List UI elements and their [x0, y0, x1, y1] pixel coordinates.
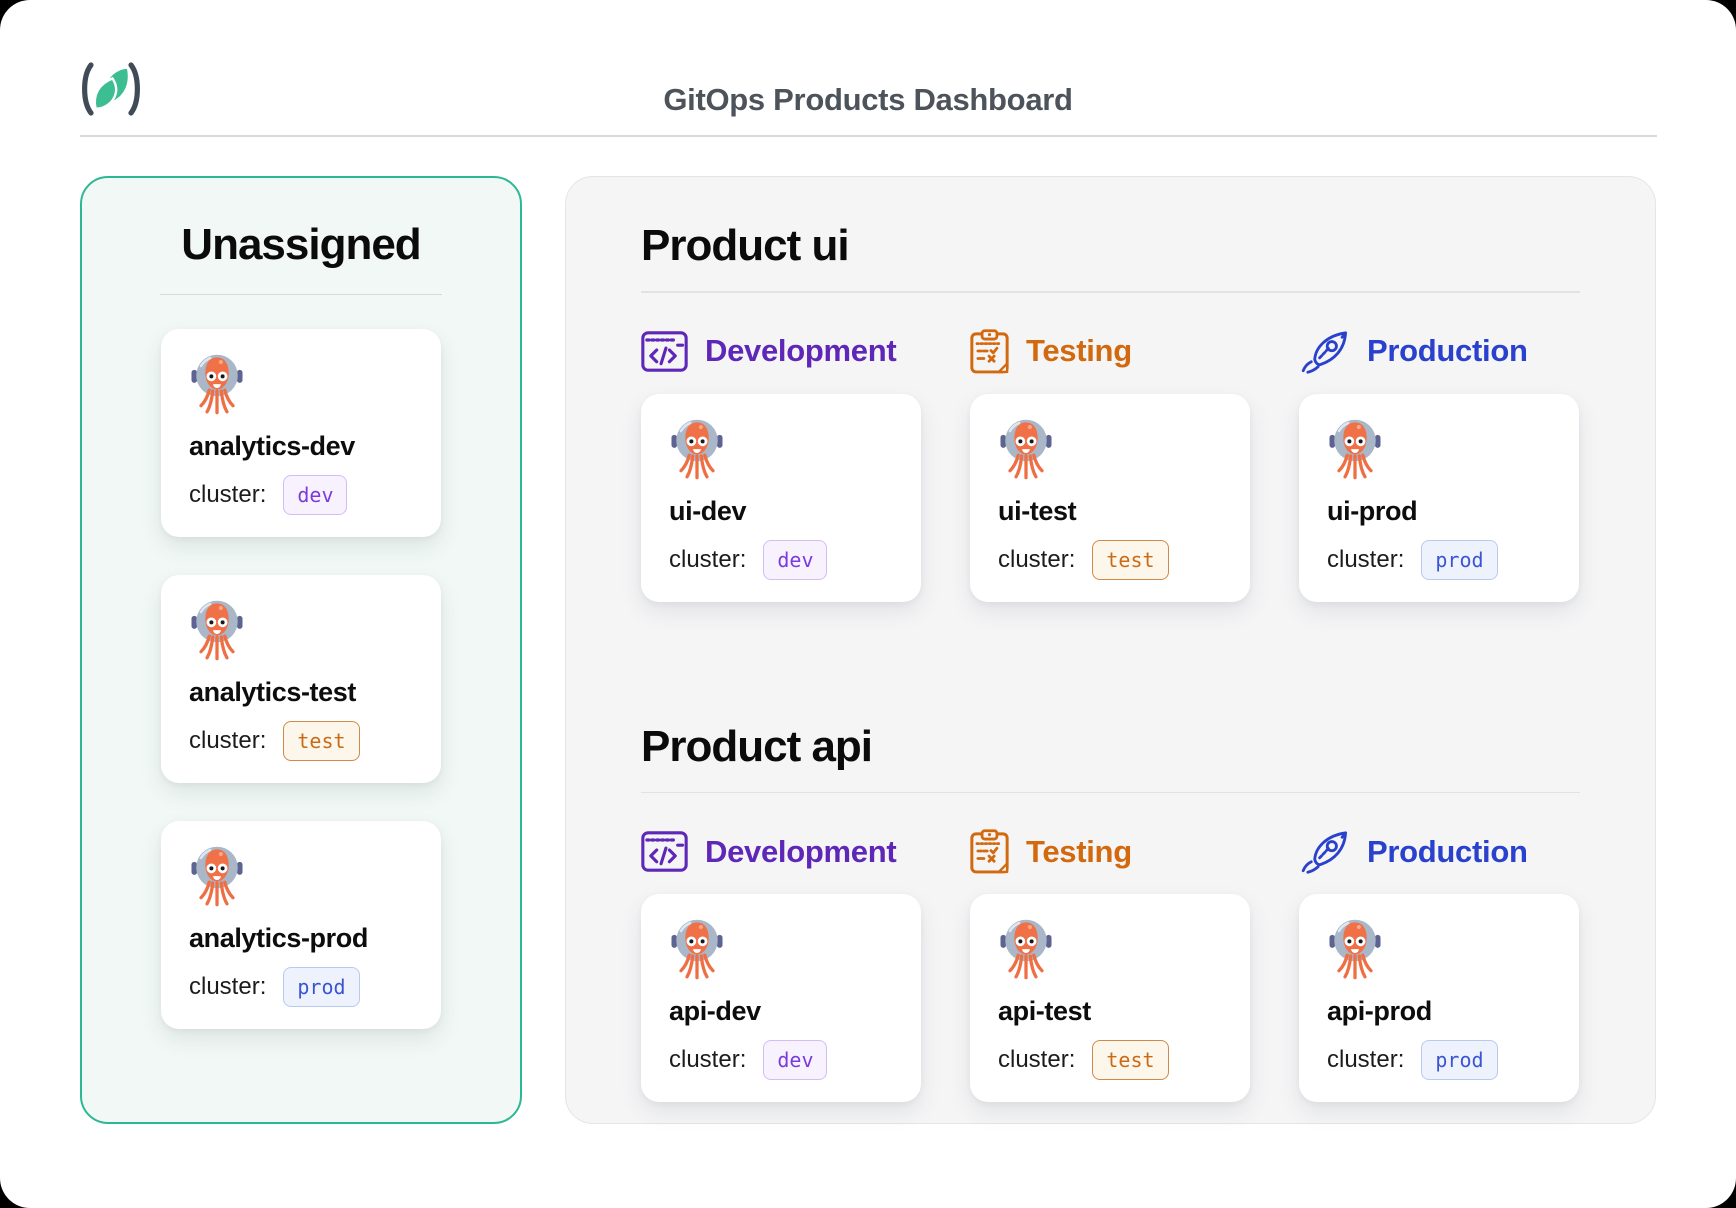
cluster-label: cluster: [189, 481, 266, 509]
code-window-icon [641, 831, 688, 872]
release-card-api-prod[interactable]: api-prod cluster: prod [1299, 894, 1579, 1102]
release-name: api-test [998, 996, 1224, 1027]
release-name: analytics-prod [189, 923, 415, 954]
release-name: api-prod [1327, 996, 1553, 1027]
rocket-icon [1299, 329, 1350, 374]
cluster-badge: prod [283, 967, 359, 1007]
release-card-analytics-test[interactable]: analytics-test cluster: test [161, 575, 441, 783]
octopus-astronaut-icon [191, 353, 243, 417]
cluster-label: cluster: [1327, 546, 1404, 574]
gitops-dashboard-page: GitOps Products Dashboard Unassigned ana… [0, 0, 1736, 1208]
cluster-badge: prod [1421, 540, 1497, 580]
stage-header-row: Development Testing Production [641, 329, 1580, 374]
release-card-ui-prod[interactable]: ui-prod cluster: prod [1299, 394, 1579, 602]
header-divider [80, 135, 1657, 137]
cluster-badge: test [1092, 1040, 1168, 1080]
stage-card-row: api-dev cluster: dev api-test cluster: t… [641, 894, 1580, 1102]
release-card-analytics-dev[interactable]: analytics-dev cluster: dev [161, 329, 441, 537]
cluster-label: cluster: [189, 727, 266, 755]
stage-card-row: ui-dev cluster: dev ui-test cluster: tes… [641, 394, 1580, 602]
unassigned-card-list: analytics-dev cluster: dev analytics-tes… [82, 329, 520, 1029]
cluster-label: cluster: [998, 546, 1075, 574]
stage-header-testing: Testing [970, 829, 1250, 874]
stage-label: Development [705, 834, 896, 870]
cluster-label: cluster: [669, 1046, 746, 1074]
stage-label: Testing [1026, 333, 1132, 369]
cluster-label: cluster: [1327, 1046, 1404, 1074]
stage-header-development: Development [641, 829, 921, 874]
cluster-label: cluster: [189, 973, 266, 1001]
release-card-api-test[interactable]: api-test cluster: test [970, 894, 1250, 1102]
octopus-astronaut-icon [671, 418, 723, 482]
octopus-astronaut-icon [1329, 418, 1381, 482]
octopus-astronaut-icon [1000, 918, 1052, 982]
cluster-badge: test [1092, 540, 1168, 580]
product-title: Product api [641, 722, 1580, 772]
page-title: GitOps Products Dashboard [0, 82, 1736, 118]
release-name: ui-dev [669, 496, 895, 527]
unassigned-panel: Unassigned analytics-dev cluster: dev an… [80, 176, 522, 1124]
release-name: ui-prod [1327, 496, 1553, 527]
stage-label: Production [1367, 834, 1528, 870]
product-title: Product ui [641, 221, 1580, 271]
clipboard-check-icon [970, 829, 1009, 874]
product-divider [641, 792, 1580, 794]
release-name: analytics-test [189, 677, 415, 708]
product-section-api: Product api Development Testing Producti… [641, 722, 1580, 1103]
product-divider [641, 291, 1580, 293]
release-card-ui-test[interactable]: ui-test cluster: test [970, 394, 1250, 602]
unassigned-title: Unassigned [82, 220, 520, 270]
rocket-icon [1299, 829, 1350, 874]
stage-label: Testing [1026, 834, 1132, 870]
stage-header-production: Production [1299, 329, 1579, 374]
product-section-ui: Product ui Development Testing Productio… [641, 221, 1580, 602]
octopus-astronaut-icon [191, 599, 243, 663]
release-card-api-dev[interactable]: api-dev cluster: dev [641, 894, 921, 1102]
release-name: ui-test [998, 496, 1224, 527]
release-name: analytics-dev [189, 431, 415, 462]
cluster-label: cluster: [998, 1046, 1075, 1074]
products-panel: Product ui Development Testing Productio… [565, 176, 1656, 1124]
stage-header-testing: Testing [970, 329, 1250, 374]
cluster-badge: dev [763, 540, 827, 580]
octopus-astronaut-icon [191, 845, 243, 909]
cluster-badge: dev [763, 1040, 827, 1080]
octopus-astronaut-icon [671, 918, 723, 982]
release-card-ui-dev[interactable]: ui-dev cluster: dev [641, 394, 921, 602]
octopus-astronaut-icon [1329, 918, 1381, 982]
cluster-label: cluster: [669, 546, 746, 574]
cluster-badge: test [283, 721, 359, 761]
stage-label: Development [705, 333, 896, 369]
octopus-astronaut-icon [1000, 418, 1052, 482]
release-card-analytics-prod[interactable]: analytics-prod cluster: prod [161, 821, 441, 1029]
stage-header-development: Development [641, 329, 921, 374]
code-window-icon [641, 331, 688, 372]
unassigned-divider [160, 294, 442, 295]
clipboard-check-icon [970, 329, 1009, 374]
stage-header-row: Development Testing Production [641, 829, 1580, 874]
stage-header-production: Production [1299, 829, 1579, 874]
stage-label: Production [1367, 333, 1528, 369]
release-name: api-dev [669, 996, 895, 1027]
cluster-badge: dev [283, 475, 347, 515]
cluster-badge: prod [1421, 1040, 1497, 1080]
